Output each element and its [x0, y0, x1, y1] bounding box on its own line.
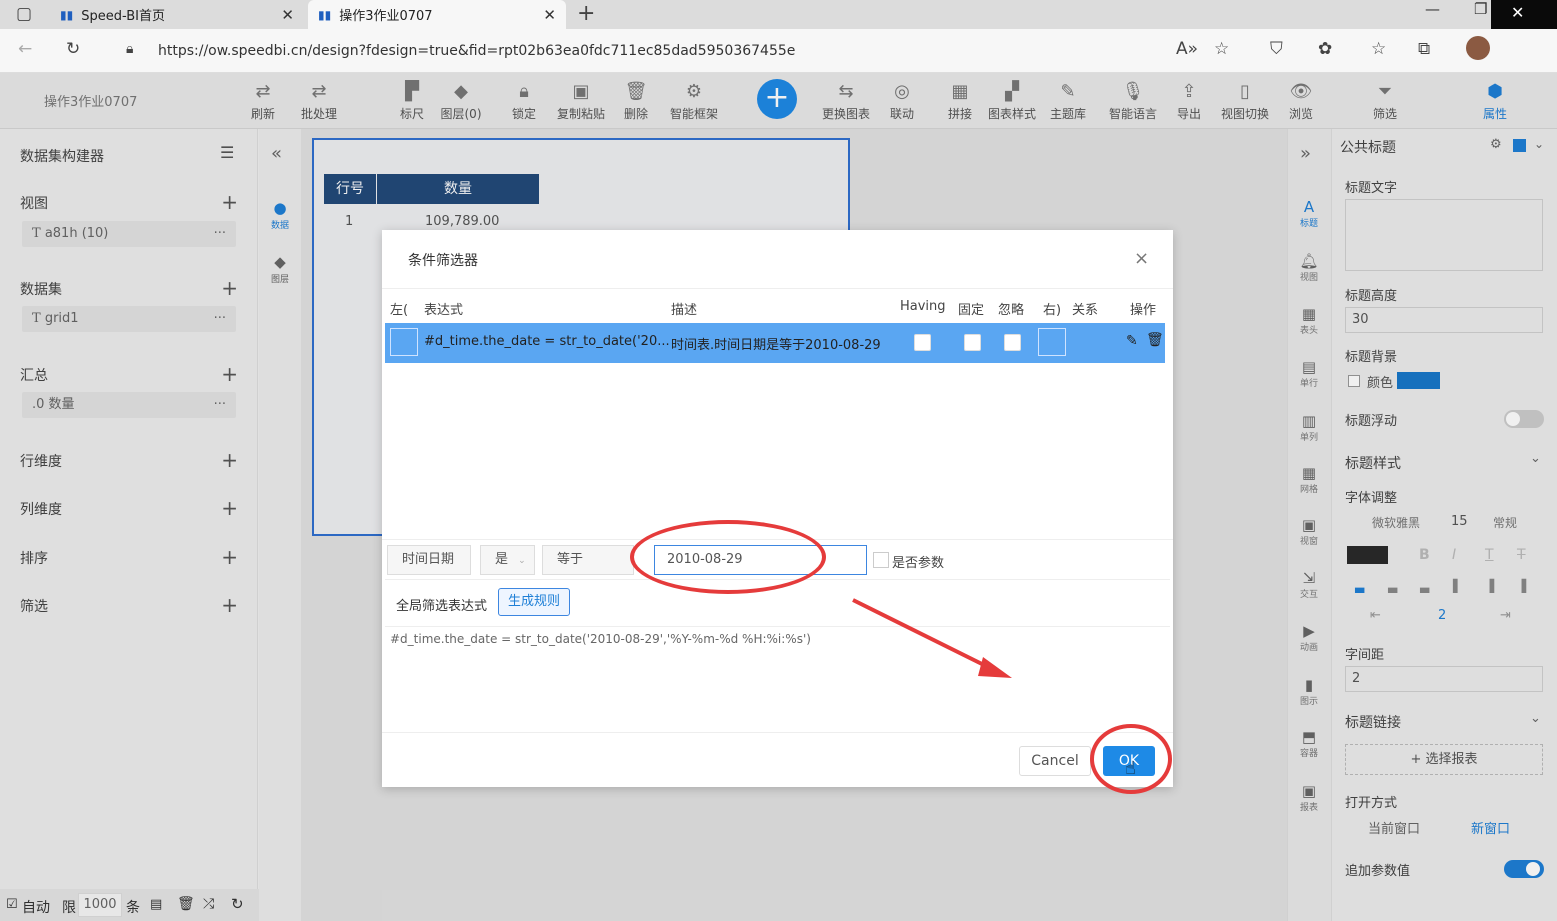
row-description: 时间表.时间日期是等于2010-08-29 — [671, 338, 881, 353]
close-icon[interactable]: × — [1134, 248, 1149, 269]
left-paren-select[interactable] — [390, 328, 418, 356]
new-tab-button[interactable]: + — [577, 1, 595, 26]
favorite-add-icon[interactable]: ☆ — [1214, 39, 1229, 59]
tab-label: Speed-BI首页 — [81, 9, 165, 24]
operator-select[interactable]: 等于 — [542, 545, 634, 575]
col-ignore: 忽略 — [998, 303, 1025, 318]
col-relation: 关系 — [1072, 303, 1099, 318]
restore-icon[interactable]: ❐ — [1474, 0, 1487, 29]
tab-label: 操作3作业0707 — [339, 9, 433, 24]
mouse-cursor-icon: ☝ — [1125, 758, 1136, 779]
favorites-icon[interactable]: ☆ — [1371, 39, 1386, 59]
expression-text[interactable]: #d_time.the_date = str_to_date('2010-08-… — [390, 632, 811, 646]
extensions-icon[interactable]: ✿ — [1318, 39, 1332, 59]
collections-icon[interactable]: ⧉ — [1418, 39, 1430, 59]
url-field[interactable]: https://ow.speedbi.cn/design?fdesign=tru… — [158, 35, 1308, 67]
fixed-checkbox[interactable] — [964, 334, 981, 351]
highlight-ellipse-value — [630, 520, 826, 594]
row-expression: #d_time.the_date = str_to_date('20... — [424, 334, 670, 349]
minimize-icon[interactable]: — — [1425, 0, 1440, 29]
reload-icon[interactable]: ↻ — [66, 39, 80, 59]
col-left-paren: 左( — [390, 303, 409, 318]
dialog-title: 条件筛选器 — [408, 253, 478, 269]
lock-icon: 🔒︎ — [126, 41, 134, 57]
cancel-button[interactable]: Cancel — [1019, 746, 1091, 776]
read-aloud-icon[interactable]: A» — [1176, 39, 1198, 59]
col-right-paren: 右) — [1043, 303, 1062, 318]
condition-filter-dialog: 条件筛选器 × 左( 表达式 描述 Having 固定 忽略 右) 关系 操作 … — [382, 230, 1173, 787]
tab-close-icon[interactable]: ✕ — [281, 6, 294, 24]
avatar[interactable] — [1466, 36, 1490, 60]
field-select[interactable]: 时间日期 — [387, 545, 471, 575]
col-having: Having — [900, 299, 946, 314]
tab-actions-icon[interactable]: ▢ — [16, 4, 32, 24]
param-label: 是否参数 — [892, 556, 945, 571]
speedbi-favicon-icon: ▮▮ — [318, 7, 332, 22]
generate-rule-button[interactable]: 生成规则 — [498, 588, 570, 616]
ignore-checkbox[interactable] — [1004, 334, 1021, 351]
address-bar: ← ↻ 🔒︎ https://ow.speedbi.cn/design?fdes… — [0, 29, 1557, 73]
edit-icon[interactable]: ✎ — [1126, 333, 1138, 349]
is-select[interactable]: 是 ⌄ — [480, 545, 535, 575]
divider — [382, 732, 1173, 733]
global-expression-label: 全局筛选表达式 — [396, 599, 488, 614]
browser-tabbar: ▢ ▮▮ Speed-BI首页 ✕ ▮▮ 操作3作业0707 ✕ + — ❐ — [0, 0, 1557, 29]
chevron-down-icon: ⌄ — [518, 556, 526, 566]
right-paren-select[interactable] — [1038, 328, 1066, 356]
select-value: 是 — [495, 552, 509, 567]
delete-icon[interactable]: 🗑︎ — [1146, 332, 1164, 348]
url-text: https://ow.speedbi.cn/design?fdesign=tru… — [158, 43, 796, 59]
back-icon[interactable]: ← — [18, 39, 32, 59]
col-fixed: 固定 — [958, 303, 985, 318]
browser-tab-design[interactable]: ▮▮ 操作3作业0707 ✕ — [308, 0, 566, 29]
window-close-icon[interactable]: ✕ — [1511, 3, 1524, 22]
param-checkbox[interactable] — [873, 552, 889, 568]
shield-icon[interactable]: ⛉ — [1270, 39, 1283, 59]
col-action: 操作 — [1130, 303, 1157, 318]
speedbi-favicon-icon: ▮▮ — [60, 7, 74, 22]
having-checkbox[interactable] — [914, 334, 931, 351]
col-expression: 表达式 — [424, 303, 464, 318]
filter-row[interactable]: #d_time.the_date = str_to_date('20... 时间… — [385, 323, 1165, 363]
divider — [382, 288, 1173, 289]
col-description: 描述 — [671, 303, 698, 318]
tab-close-icon[interactable]: ✕ — [543, 6, 556, 24]
browser-tab-home[interactable]: ▮▮ Speed-BI首页 ✕ — [50, 0, 304, 29]
